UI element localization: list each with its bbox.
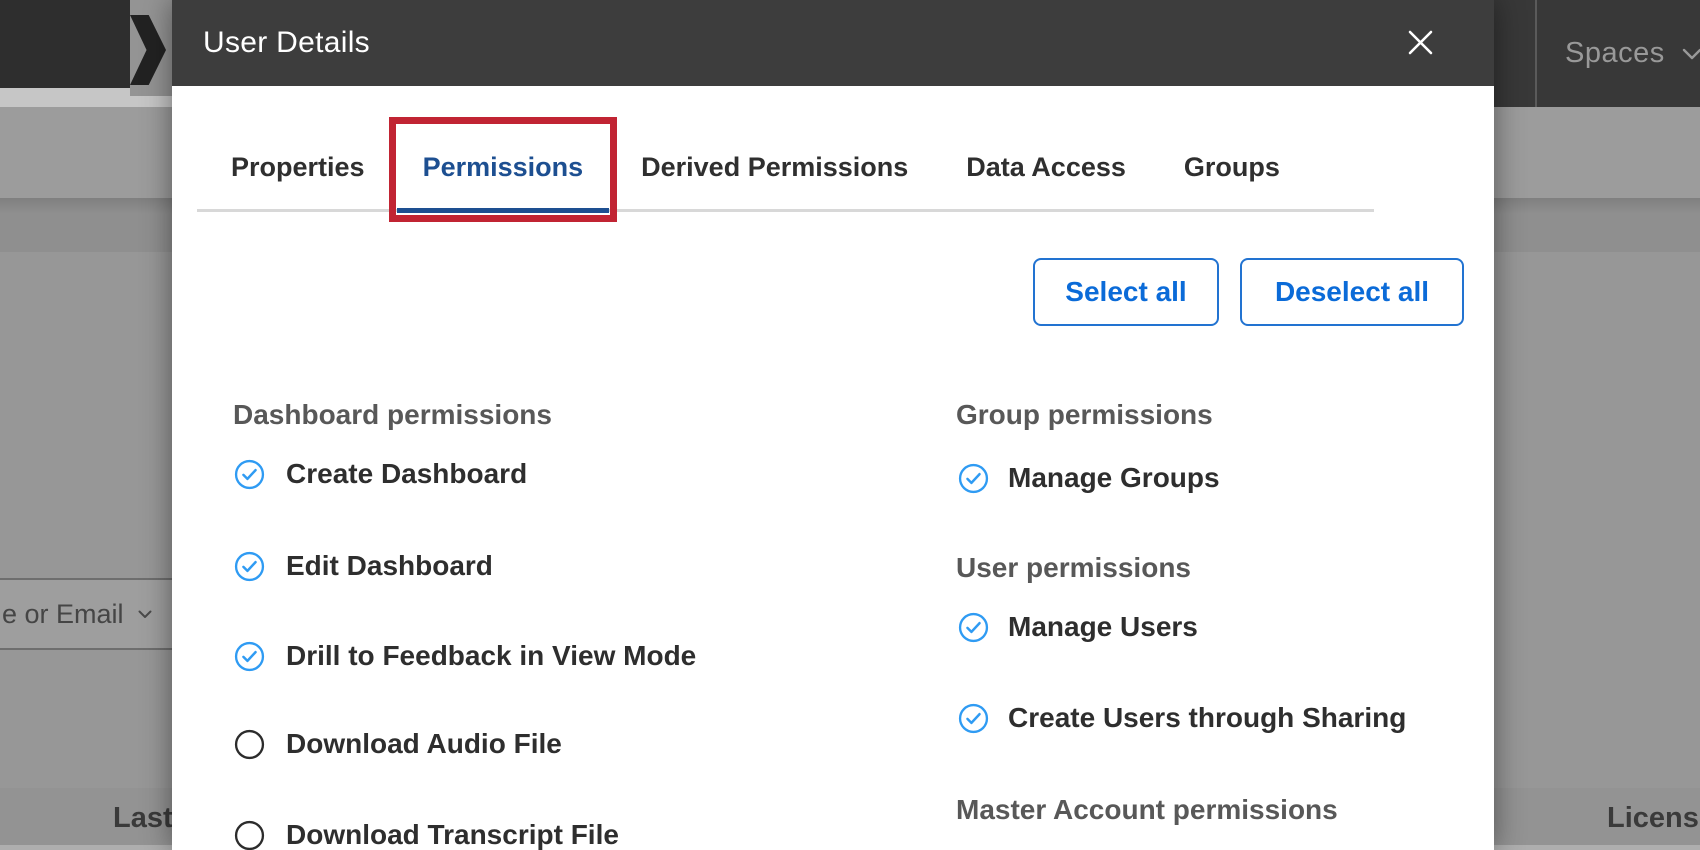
deselect-all-button[interactable]: Deselect all: [1240, 258, 1464, 326]
chevron-down-icon: [1682, 48, 1700, 60]
tab-permissions-label: Permissions: [423, 152, 584, 182]
permission-label: Manage Groups: [1008, 462, 1220, 494]
app-nav-dark-area: [0, 0, 133, 88]
tab-groups[interactable]: Groups: [1158, 122, 1306, 213]
permission-label: Create Users through Sharing: [1008, 702, 1406, 734]
brand-logo-tile: [130, 0, 172, 96]
table-column-header-last: Last: [113, 802, 173, 835]
screen: { "header_bar": { "spaces_label": "Space…: [0, 0, 1700, 850]
permission-row-manage-groups[interactable]: Manage Groups: [958, 461, 1220, 495]
chevron-down-icon: [138, 610, 152, 619]
permission-row-download-audio-file[interactable]: Download Audio File: [234, 727, 562, 761]
tab-data-access[interactable]: Data Access: [940, 122, 1152, 213]
checked-circle-icon: [958, 612, 989, 643]
user-details-modal: User Details Properties Permissions Deri…: [172, 0, 1494, 850]
permission-row-manage-users[interactable]: Manage Users: [958, 610, 1198, 644]
section-heading-group-permissions: Group permissions: [956, 399, 1213, 431]
checked-circle-icon: [958, 463, 989, 494]
spaces-menu[interactable]: Spaces: [1565, 0, 1700, 107]
name-or-email-filter-dropdown[interactable]: e or Email: [0, 578, 172, 650]
checked-circle-icon: [234, 459, 265, 490]
permission-label: Create Dashboard: [286, 458, 527, 490]
select-all-button[interactable]: Select all: [1033, 258, 1219, 326]
tab-permissions[interactable]: Permissions: [397, 122, 610, 213]
section-heading-user-permissions: User permissions: [956, 552, 1191, 584]
unchecked-circle-icon: [234, 820, 265, 850]
permission-row-create-dashboard[interactable]: Create Dashboard: [234, 457, 527, 491]
filter-label: e or Email: [2, 599, 124, 630]
spaces-label: Spaces: [1565, 37, 1665, 70]
tab-bar: Properties Permissions Derived Permissio…: [205, 122, 1306, 213]
tab-derived-permissions[interactable]: Derived Permissions: [615, 122, 934, 213]
checked-circle-icon: [958, 703, 989, 734]
modal-title: User Details: [203, 26, 370, 60]
permission-label: Edit Dashboard: [286, 550, 493, 582]
permission-row-drill-to-feedback[interactable]: Drill to Feedback in View Mode: [234, 639, 696, 673]
section-heading-master-account-permissions: Master Account permissions: [956, 794, 1338, 826]
modal-header: User Details: [172, 0, 1494, 86]
permission-label: Download Audio File: [286, 728, 562, 760]
permission-row-edit-dashboard[interactable]: Edit Dashboard: [234, 549, 493, 583]
tab-properties[interactable]: Properties: [205, 122, 391, 213]
permission-row-download-transcript-file[interactable]: Download Transcript File: [234, 818, 619, 850]
section-heading-dashboard-permissions: Dashboard permissions: [233, 399, 552, 431]
permission-label: Manage Users: [1008, 611, 1198, 643]
top-bar-divider: [1535, 0, 1537, 107]
close-icon[interactable]: [1398, 20, 1442, 64]
brand-x-logo-icon: [130, 15, 166, 85]
permission-label: Drill to Feedback in View Mode: [286, 640, 696, 672]
unchecked-circle-icon: [234, 729, 265, 760]
permission-label: Download Transcript File: [286, 819, 619, 850]
permission-row-create-users-through-sharing[interactable]: Create Users through Sharing: [958, 701, 1406, 735]
checked-circle-icon: [234, 641, 265, 672]
checked-circle-icon: [234, 551, 265, 582]
table-column-header-license: License: [1607, 802, 1700, 835]
